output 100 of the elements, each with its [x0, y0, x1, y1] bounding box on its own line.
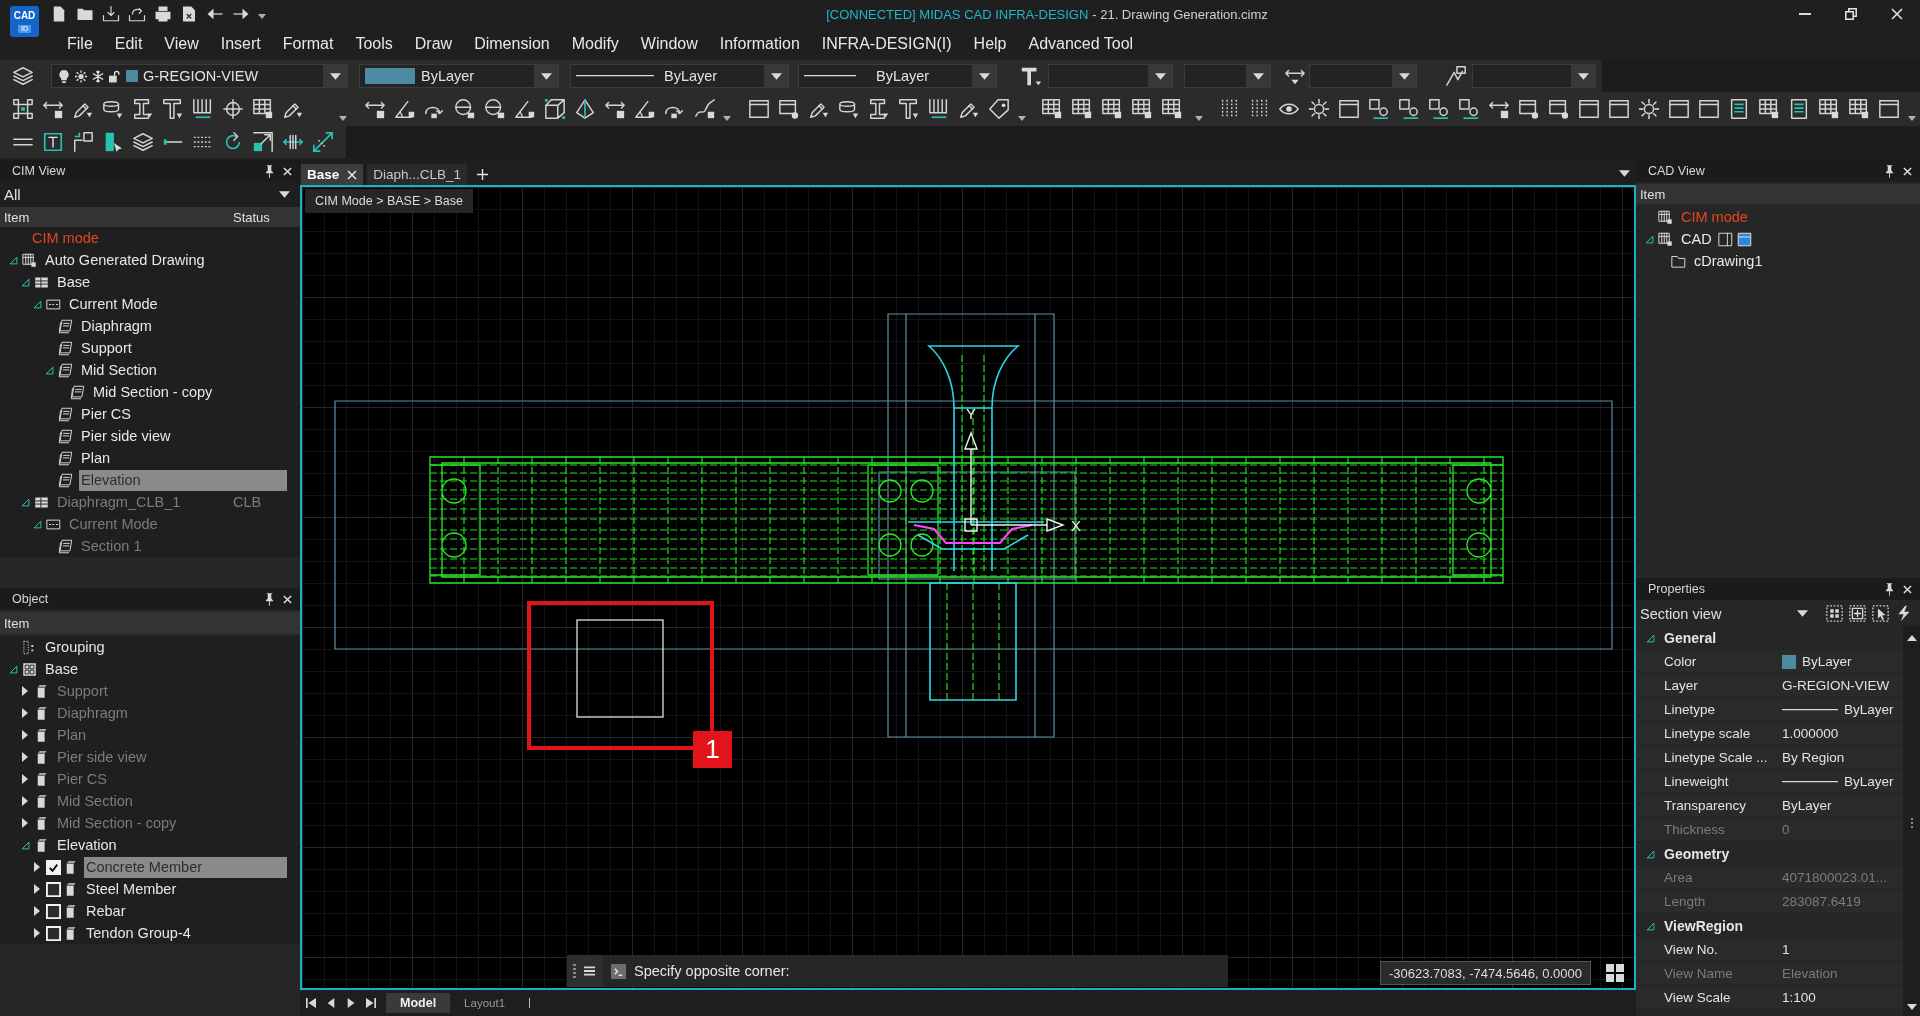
- drawing-canvas[interactable]: Y X CIM Mode > BASE > Base 1 Specify opposite corner: -30623.7083, -7474.5646, 0.0000: [300, 185, 1636, 990]
- menu-item[interactable]: Draw: [403, 28, 464, 60]
- tree-item[interactable]: CAD: [1679, 228, 1714, 250]
- layer-dropdown[interactable]: G-REGION-VIEW: [51, 64, 348, 88]
- dropdown-arrow-icon[interactable]: [1398, 72, 1410, 80]
- expanded-triangle-icon[interactable]: [20, 840, 30, 850]
- tree-item[interactable]: Diaphragm: [79, 315, 154, 337]
- close-icon[interactable]: [283, 594, 292, 604]
- window-icon[interactable]: [1668, 98, 1690, 120]
- dropdown-arrow-icon[interactable]: [1577, 72, 1589, 80]
- expanded-triangle-icon[interactable]: [1645, 849, 1655, 859]
- expanded-triangle-icon[interactable]: [44, 365, 54, 375]
- expanded-triangle-icon[interactable]: [20, 277, 30, 287]
- menu-item[interactable]: Insert: [209, 28, 272, 60]
- pin-icon[interactable]: [265, 592, 274, 606]
- table-icon[interactable]: [1131, 98, 1153, 120]
- window-icon[interactable]: [1608, 98, 1630, 120]
- layers-icon[interactable]: [132, 131, 154, 153]
- window-icon[interactable]: [1578, 98, 1600, 120]
- document-icon[interactable]: [1728, 98, 1750, 120]
- t-beam-icon[interactable]: [898, 98, 920, 120]
- expanded-triangle-icon[interactable]: [32, 299, 42, 309]
- expanded-triangle-icon[interactable]: [8, 664, 18, 674]
- grid-toggle-icon[interactable]: [1606, 964, 1624, 982]
- table-icon[interactable]: [1041, 98, 1063, 120]
- t-beam-icon[interactable]: [162, 98, 184, 120]
- section-title[interactable]: ViewRegion: [1664, 918, 1744, 934]
- checkbox[interactable]: [46, 859, 61, 875]
- column-header[interactable]: Item: [0, 209, 229, 225]
- pin-icon[interactable]: [265, 164, 274, 178]
- document-icon[interactable]: [1788, 98, 1810, 120]
- dropdown-field[interactable]: [1184, 64, 1271, 88]
- scale-icon[interactable]: [252, 131, 274, 153]
- circle-line-icon[interactable]: [484, 98, 506, 120]
- dropdown-arrow-icon[interactable]: [540, 72, 552, 80]
- comb-icon[interactable]: [928, 98, 950, 120]
- menu-item[interactable]: Modify: [560, 28, 630, 60]
- window-badge-icon[interactable]: [778, 98, 800, 120]
- tree-item[interactable]: Support: [79, 337, 134, 359]
- pointer-select-icon[interactable]: [1872, 605, 1889, 622]
- window-icon[interactable]: [1736, 231, 1752, 247]
- tray-arrow-icon[interactable]: [128, 5, 146, 23]
- checkbox[interactable]: [46, 903, 61, 919]
- circle-line-icon[interactable]: [454, 98, 476, 120]
- property-value[interactable]: 1.000000: [1782, 726, 1839, 741]
- snowflake-icon[interactable]: [92, 69, 104, 83]
- angle-icon[interactable]: [634, 98, 656, 120]
- tree-item[interactable]: Pier CS: [79, 403, 133, 425]
- select-all-icon[interactable]: [1826, 605, 1843, 622]
- window-badge-icon[interactable]: [1518, 98, 1540, 120]
- collapsed-arrow-icon[interactable]: [34, 906, 40, 916]
- menu-item[interactable]: Advanced Tool: [1017, 28, 1145, 60]
- layout-tab[interactable]: Layout1: [450, 993, 520, 1013]
- tree-item[interactable]: Base: [43, 658, 81, 680]
- table-icon[interactable]: [1101, 98, 1123, 120]
- tree-item[interactable]: CIM mode: [30, 227, 101, 249]
- gear-icon[interactable]: [1638, 98, 1660, 120]
- lineweight-dropdown[interactable]: ByLayer: [798, 64, 997, 88]
- table-icon[interactable]: [1161, 98, 1183, 120]
- close-icon[interactable]: [1891, 8, 1903, 20]
- tree-item[interactable]: cDrawing1: [1692, 250, 1765, 272]
- menu-icon[interactable]: [584, 966, 595, 976]
- layers-icon[interactable]: [12, 65, 34, 87]
- bulb-icon[interactable]: [58, 69, 70, 83]
- collapsed-arrow-icon[interactable]: [34, 862, 40, 872]
- comb-icon[interactable]: [192, 98, 214, 120]
- table-icon[interactable]: [1071, 98, 1093, 120]
- corner-arrow-icon[interactable]: [72, 131, 94, 153]
- tree-item[interactable]: Elevation: [55, 834, 119, 856]
- menu-item[interactable]: Information: [708, 28, 811, 60]
- close-icon[interactable]: [1903, 584, 1912, 594]
- cylinder-icon[interactable]: [102, 98, 124, 120]
- dropdown-field[interactable]: [1309, 64, 1417, 88]
- tree-item[interactable]: Mid Section: [79, 359, 159, 381]
- scroll-down-arrow-icon[interactable]: [1906, 1004, 1917, 1010]
- filter-dropdown[interactable]: All: [0, 182, 300, 207]
- tree-item[interactable]: Rebar: [84, 900, 128, 922]
- pin-icon[interactable]: [1885, 164, 1894, 178]
- document-tab[interactable]: Base: [301, 164, 364, 185]
- tree-item[interactable]: Base: [55, 271, 93, 293]
- close-icon[interactable]: [283, 166, 292, 176]
- property-value[interactable]: By Region: [1782, 750, 1845, 765]
- menu-item[interactable]: Window: [629, 28, 709, 60]
- i-beam-icon[interactable]: [132, 98, 154, 120]
- angle-icon[interactable]: [514, 98, 536, 120]
- document-cross-icon[interactable]: [180, 5, 198, 23]
- section-title[interactable]: General: [1664, 630, 1717, 646]
- checkbox[interactable]: [46, 925, 61, 941]
- checkbox[interactable]: [46, 881, 61, 897]
- dropdown-arrow-icon[interactable]: [279, 191, 290, 198]
- panel-layout-icon[interactable]: [1717, 231, 1733, 247]
- expanded-triangle-icon[interactable]: [1645, 921, 1655, 931]
- text-frame-icon[interactable]: [42, 131, 64, 153]
- drag-grip-icon[interactable]: [573, 964, 576, 978]
- menu-item[interactable]: Edit: [103, 28, 154, 60]
- expanded-triangle-icon[interactable]: [1644, 234, 1654, 244]
- unlock-icon[interactable]: [109, 69, 121, 83]
- menu-item[interactable]: Dimension: [463, 28, 561, 60]
- i-beam-icon[interactable]: [868, 98, 890, 120]
- property-value[interactable]: ByLayer: [1844, 774, 1894, 789]
